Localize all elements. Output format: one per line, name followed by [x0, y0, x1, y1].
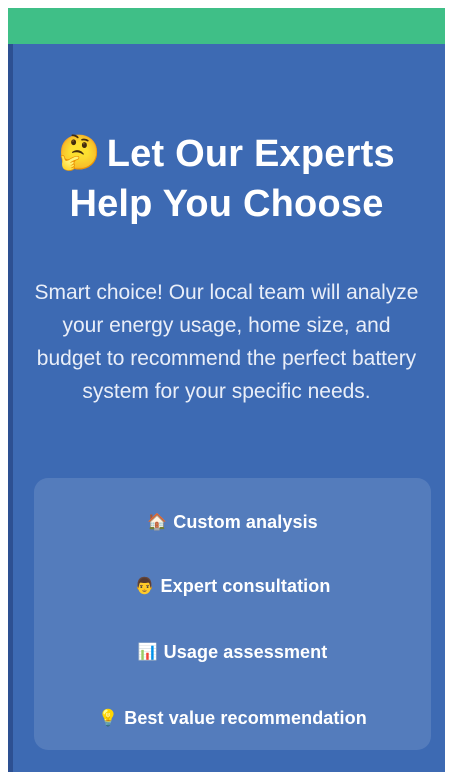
benefits-card: 🏠 Custom analysis 👨 Expert consultation 📊 U… [34, 478, 431, 750]
app-frame: 🤔 Let Our Experts Help You Choose Smart c… [8, 8, 445, 772]
title-line-2: Help You Choose [69, 183, 384, 225]
top-accent-bar [8, 8, 445, 44]
light-bulb-icon: 💡 [98, 710, 119, 727]
benefit-label: Usage assessment [163, 642, 328, 662]
page-title: 🤔 Let Our Experts Help You Choose [26, 128, 427, 229]
thinking-face-icon: 🤔 [58, 134, 101, 172]
benefit-usage-assessment: 📊 Usage assessment [34, 642, 431, 663]
person-icon: 👨 [134, 578, 155, 595]
benefit-label: Best value recommendation [124, 708, 367, 728]
benefit-expert-consultation: 👨 Expert consultation [34, 576, 431, 597]
benefit-custom-analysis: 🏠 Custom analysis [34, 512, 431, 533]
description-text: Smart choice! Our local team will analyz… [34, 281, 419, 403]
title-line-1: Let Our Experts [106, 133, 395, 175]
benefit-label: Custom analysis [173, 512, 318, 532]
bar-chart-icon: 📊 [137, 644, 158, 661]
benefit-label: Expert consultation [160, 576, 331, 596]
house-icon: 🏠 [147, 514, 168, 531]
left-edge-strip [8, 44, 13, 772]
benefit-best-value: 💡 Best value recommendation [34, 708, 431, 729]
